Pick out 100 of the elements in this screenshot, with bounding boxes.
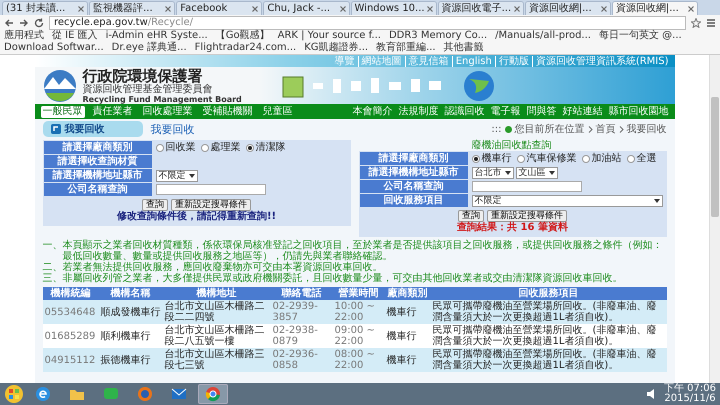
bookmark[interactable]: ARK | Your source f...: [278, 30, 381, 42]
column-header: 機構統編: [42, 287, 98, 300]
bookmark[interactable]: i-Admin eHR Syste...: [106, 30, 208, 42]
close-icon[interactable]: [340, 6, 346, 12]
chat-icon: [103, 386, 119, 402]
browser-tab[interactable]: 資源回收網|...: [612, 1, 698, 15]
nav-link[interactable]: 好站連結: [562, 106, 602, 118]
close-icon[interactable]: [600, 6, 607, 12]
start-button-icon[interactable]: [4, 384, 24, 404]
caret-icon: [654, 198, 660, 202]
close-icon[interactable]: [252, 6, 258, 12]
form-button[interactable]: 重新設定搜尋條件: [171, 199, 251, 211]
bookmark[interactable]: DDR3 Memory Co...: [388, 30, 488, 42]
close-icon[interactable]: [514, 6, 520, 12]
radio-label[interactable]: 清潔隊: [256, 142, 286, 154]
bookmark[interactable]: 每日一句英文 @...: [598, 30, 682, 42]
dropdown[interactable]: 不限定: [472, 194, 662, 206]
breadcrumb-label: 您目前所在位置: [514, 122, 584, 136]
breadcrumb-prefix: :::: [491, 124, 502, 134]
audience-link[interactable]: 一般民眾: [40, 106, 84, 118]
taskbar-app-button[interactable]: [198, 384, 228, 404]
dropdown[interactable]: 不限定: [156, 170, 198, 182]
bookmark[interactable]: 應用程式: [4, 30, 44, 42]
nav-link[interactable]: 縣市回收園地: [608, 106, 668, 118]
column-header: 廠商類別: [384, 287, 430, 300]
browser-tab[interactable]: Chu, Jack -...: [263, 1, 350, 15]
org-english-name: Recycling Fund Management Board: [82, 94, 243, 104]
browser-tab[interactable]: 資源回收網|...: [524, 1, 611, 15]
clock-date: 2015/11/6: [664, 394, 716, 404]
radio-label[interactable]: 處理業: [210, 142, 240, 154]
page-title: 我要回收: [150, 122, 196, 136]
close-icon[interactable]: [426, 6, 433, 12]
browser-tab[interactable]: 監視機器評...: [89, 1, 176, 15]
nav-link[interactable]: 本會簡介: [352, 106, 392, 118]
table-cell: 振德機車行: [98, 348, 162, 372]
note-number: 二、: [42, 262, 62, 273]
breadcrumb-link[interactable]: 我要回收: [626, 122, 666, 136]
browser-tab[interactable]: 資源回收電子...: [438, 1, 524, 15]
audience-link[interactable]: 回收處理業: [140, 106, 194, 118]
nav-link[interactable]: 認識回收: [444, 106, 484, 118]
browser-tab[interactable]: Windows 10...: [350, 1, 437, 15]
table-cell: 05534648: [42, 300, 98, 324]
radio-button[interactable]: [582, 154, 590, 162]
radio-label[interactable]: 汽車保修業: [526, 152, 576, 164]
close-icon[interactable]: [688, 6, 694, 12]
bookmark[interactable]: 【Go觀感】: [216, 30, 270, 42]
radio-button[interactable]: [626, 154, 634, 162]
org-subname: 資源回收管理基金管理委員會: [82, 84, 214, 94]
nav-link[interactable]: 法規制度: [398, 106, 438, 118]
table-cell: 01685289: [42, 324, 98, 348]
audience-link[interactable]: 責任業者: [90, 106, 134, 118]
back-icon[interactable]: [4, 18, 14, 28]
browser-icon: [35, 386, 51, 402]
browser-tab[interactable]: (31 封未讀...: [2, 1, 88, 15]
star-icon[interactable]: [691, 18, 701, 28]
bookmark[interactable]: KG凱趨證券...: [304, 42, 368, 54]
radio-button[interactable]: [472, 154, 480, 162]
breadcrumb-link[interactable]: 首頁: [596, 122, 616, 136]
reload-icon[interactable]: [34, 18, 44, 28]
address-bar[interactable]: recycle.epa.gov.tw/Recycle/: [49, 16, 686, 30]
browser-tab[interactable]: Facebook: [176, 1, 262, 15]
bookmark[interactable]: 從 IE 匯入: [52, 30, 98, 42]
bookmark[interactable]: /Manuals/all-prod...: [495, 30, 591, 42]
form-button[interactable]: 查詢: [142, 199, 168, 211]
form-button[interactable]: 查詢: [458, 210, 484, 222]
bookmark[interactable]: Download Softwar...: [4, 42, 104, 54]
radio-label[interactable]: 回收業: [166, 142, 196, 154]
field-label: 公司名稱查詢: [44, 183, 152, 196]
table-cell: 順成發機車行: [98, 300, 162, 324]
radio-button[interactable]: [516, 154, 524, 162]
nav-link[interactable]: 電子報: [490, 106, 520, 118]
close-icon[interactable]: [78, 6, 84, 12]
audience-link[interactable]: 兒童區: [260, 106, 294, 118]
dropdown[interactable]: 文山區: [516, 166, 558, 178]
radio-label[interactable]: 全選: [636, 152, 656, 164]
scrollbar[interactable]: [709, 55, 720, 383]
forward-icon[interactable]: [19, 18, 29, 28]
audience-link[interactable]: 受補貼機關: [200, 106, 254, 118]
radio-label[interactable]: 機車行: [482, 152, 512, 164]
radio-button[interactable]: [156, 144, 164, 152]
radio-button[interactable]: [200, 144, 208, 152]
bookmark[interactable]: 其他書籤: [444, 42, 484, 54]
dropdown[interactable]: 台北市: [472, 166, 514, 178]
menu-icon[interactable]: [706, 18, 716, 28]
chevron-icon: [618, 126, 624, 132]
table-cell: 10:00 ~ 22:00: [332, 300, 384, 324]
text-input[interactable]: [472, 181, 582, 192]
table-cell: 02-2936-0858: [270, 348, 332, 372]
sidebar-item[interactable]: 我要回收: [42, 121, 142, 137]
bookmark[interactable]: Dr.eye 譯典通...: [112, 42, 187, 54]
text-input[interactable]: [156, 184, 266, 195]
radio-label[interactable]: 加油站: [592, 152, 622, 164]
table-cell: 民眾可攜帶廢機油至營業場所回收。(非廢車油、廢潤含量須大於一次更換超過1L者須自收)。: [430, 348, 666, 372]
radio-button[interactable]: [246, 144, 254, 152]
close-icon[interactable]: [165, 6, 172, 12]
bookmark[interactable]: Flightradar24.com...: [194, 42, 296, 54]
nav-link[interactable]: 問與答: [526, 106, 556, 118]
bookmark[interactable]: 教育部重編...: [376, 42, 436, 54]
column-header: 回收服務項目: [430, 287, 666, 300]
form-button[interactable]: 重新設定搜尋條件: [487, 210, 567, 222]
